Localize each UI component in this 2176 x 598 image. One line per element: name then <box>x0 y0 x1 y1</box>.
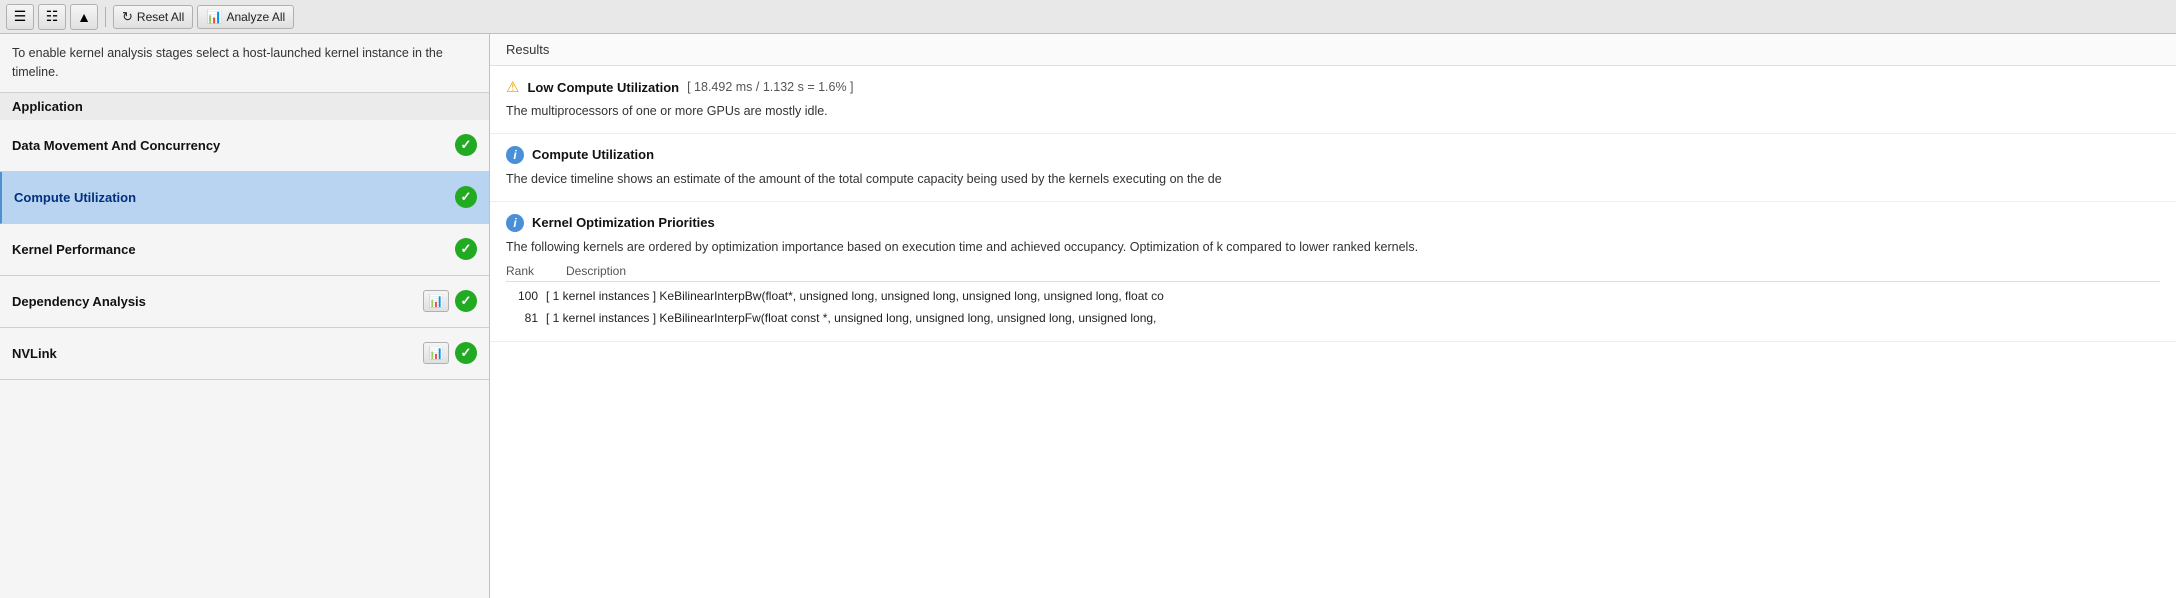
analyze-all-button[interactable]: 📊 Analyze All <box>197 5 294 29</box>
kernel-performance-check: ✓ <box>455 238 477 260</box>
kernel-table-header: Rank Description <box>506 264 2160 282</box>
dependency-analysis-check: ✓ <box>455 290 477 312</box>
reset-all-button[interactable]: ↻ Reset All <box>113 5 193 29</box>
up-icon: ▲ <box>77 9 91 25</box>
warning-icon: ⚠ <box>506 78 519 96</box>
rank-value-1: 100 <box>506 286 546 308</box>
kernel-performance-actions: ✓ <box>455 238 477 260</box>
result-section-low-compute: ⚠ Low Compute Utilization [ 18.492 ms / … <box>490 66 2176 134</box>
low-compute-title-row: ⚠ Low Compute Utilization [ 18.492 ms / … <box>506 78 2160 96</box>
compute-utilization-label: Compute Utilization <box>14 190 455 205</box>
dependency-analysis-label: Dependency Analysis <box>12 294 423 309</box>
reset-icon: ↻ <box>122 9 133 25</box>
list-icon: ☰ <box>14 8 27 25</box>
rank-col-header: Rank <box>506 264 546 278</box>
nvlink-actions: 📊 ✓ <box>423 342 477 364</box>
desc-col-header: Description <box>566 264 626 278</box>
info-text: To enable kernel analysis stages select … <box>0 34 489 93</box>
analysis-item-kernel-performance[interactable]: Kernel Performance ✓ <box>0 224 489 276</box>
info-icon-compute: i <box>506 146 524 164</box>
table-row-1: 100 [ 1 kernel instances ] KeBilinearInt… <box>506 286 2160 308</box>
separator <box>105 7 106 27</box>
compute-util-description: The device timeline shows an estimate of… <box>506 170 2160 189</box>
reset-all-label: Reset All <box>137 10 184 24</box>
compute-util-title: Compute Utilization <box>532 147 654 162</box>
analysis-item-nvlink[interactable]: NVLink 📊 ✓ <box>0 328 489 380</box>
dependency-analysis-actions: 📊 ✓ <box>423 290 477 312</box>
section-header: Application <box>0 93 489 120</box>
grid-view-button[interactable]: ☷ <box>38 4 66 30</box>
low-compute-meta: [ 18.492 ms / 1.132 s = 1.6% ] <box>687 80 853 94</box>
compute-util-title-row: i Compute Utilization <box>506 146 2160 164</box>
toolbar: ☰ ☷ ▲ ↻ Reset All 📊 Analyze All <box>0 0 2176 34</box>
compute-utilization-check: ✓ <box>455 186 477 208</box>
nvlink-analyze-btn[interactable]: 📊 <box>423 342 449 364</box>
kernel-opt-title-row: i Kernel Optimization Priorities <box>506 214 2160 232</box>
table-row-2: 81 [ 1 kernel instances ] KeBilinearInte… <box>506 308 2160 330</box>
result-section-kernel-optimization: i Kernel Optimization Priorities The fol… <box>490 202 2176 343</box>
analyze-bar-icon: 📊 <box>429 294 444 308</box>
left-panel: To enable kernel analysis stages select … <box>0 34 490 598</box>
nvlink-label: NVLink <box>12 346 423 361</box>
low-compute-description: The multiprocessors of one or more GPUs … <box>506 102 2160 121</box>
analysis-item-compute-utilization[interactable]: Compute Utilization ✓ <box>0 172 489 224</box>
main-content: To enable kernel analysis stages select … <box>0 34 2176 598</box>
result-section-compute-utilization: i Compute Utilization The device timelin… <box>490 134 2176 202</box>
kernel-opt-description: The following kernels are ordered by opt… <box>506 238 2160 257</box>
rank-value-2: 81 <box>506 308 546 330</box>
kernel-opt-title: Kernel Optimization Priorities <box>532 215 715 230</box>
list-view-button[interactable]: ☰ <box>6 4 34 30</box>
bar-chart-icon: 📊 <box>206 9 222 25</box>
compute-utilization-actions: ✓ <box>455 186 477 208</box>
desc-value-2: [ 1 kernel instances ] KeBilinearInterpF… <box>546 308 2160 330</box>
up-button[interactable]: ▲ <box>70 4 98 30</box>
dependency-analysis-analyze-btn[interactable]: 📊 <box>423 290 449 312</box>
data-movement-actions: ✓ <box>455 134 477 156</box>
analysis-item-data-movement[interactable]: Data Movement And Concurrency ✓ <box>0 120 489 172</box>
grid-icon: ☷ <box>46 8 59 25</box>
kernel-performance-label: Kernel Performance <box>12 242 455 257</box>
low-compute-title: Low Compute Utilization <box>527 80 679 95</box>
data-movement-label: Data Movement And Concurrency <box>12 138 455 153</box>
nvlink-check: ✓ <box>455 342 477 364</box>
nvlink-bar-icon: 📊 <box>429 346 444 360</box>
results-label: Results <box>506 42 549 57</box>
analysis-item-dependency-analysis[interactable]: Dependency Analysis 📊 ✓ <box>0 276 489 328</box>
data-movement-check: ✓ <box>455 134 477 156</box>
info-icon-kernel-opt: i <box>506 214 524 232</box>
results-header: Results <box>490 34 2176 66</box>
analyze-all-label: Analyze All <box>226 10 285 24</box>
right-panel: Results ⚠ Low Compute Utilization [ 18.4… <box>490 34 2176 598</box>
desc-value-1: [ 1 kernel instances ] KeBilinearInterpB… <box>546 286 2160 308</box>
